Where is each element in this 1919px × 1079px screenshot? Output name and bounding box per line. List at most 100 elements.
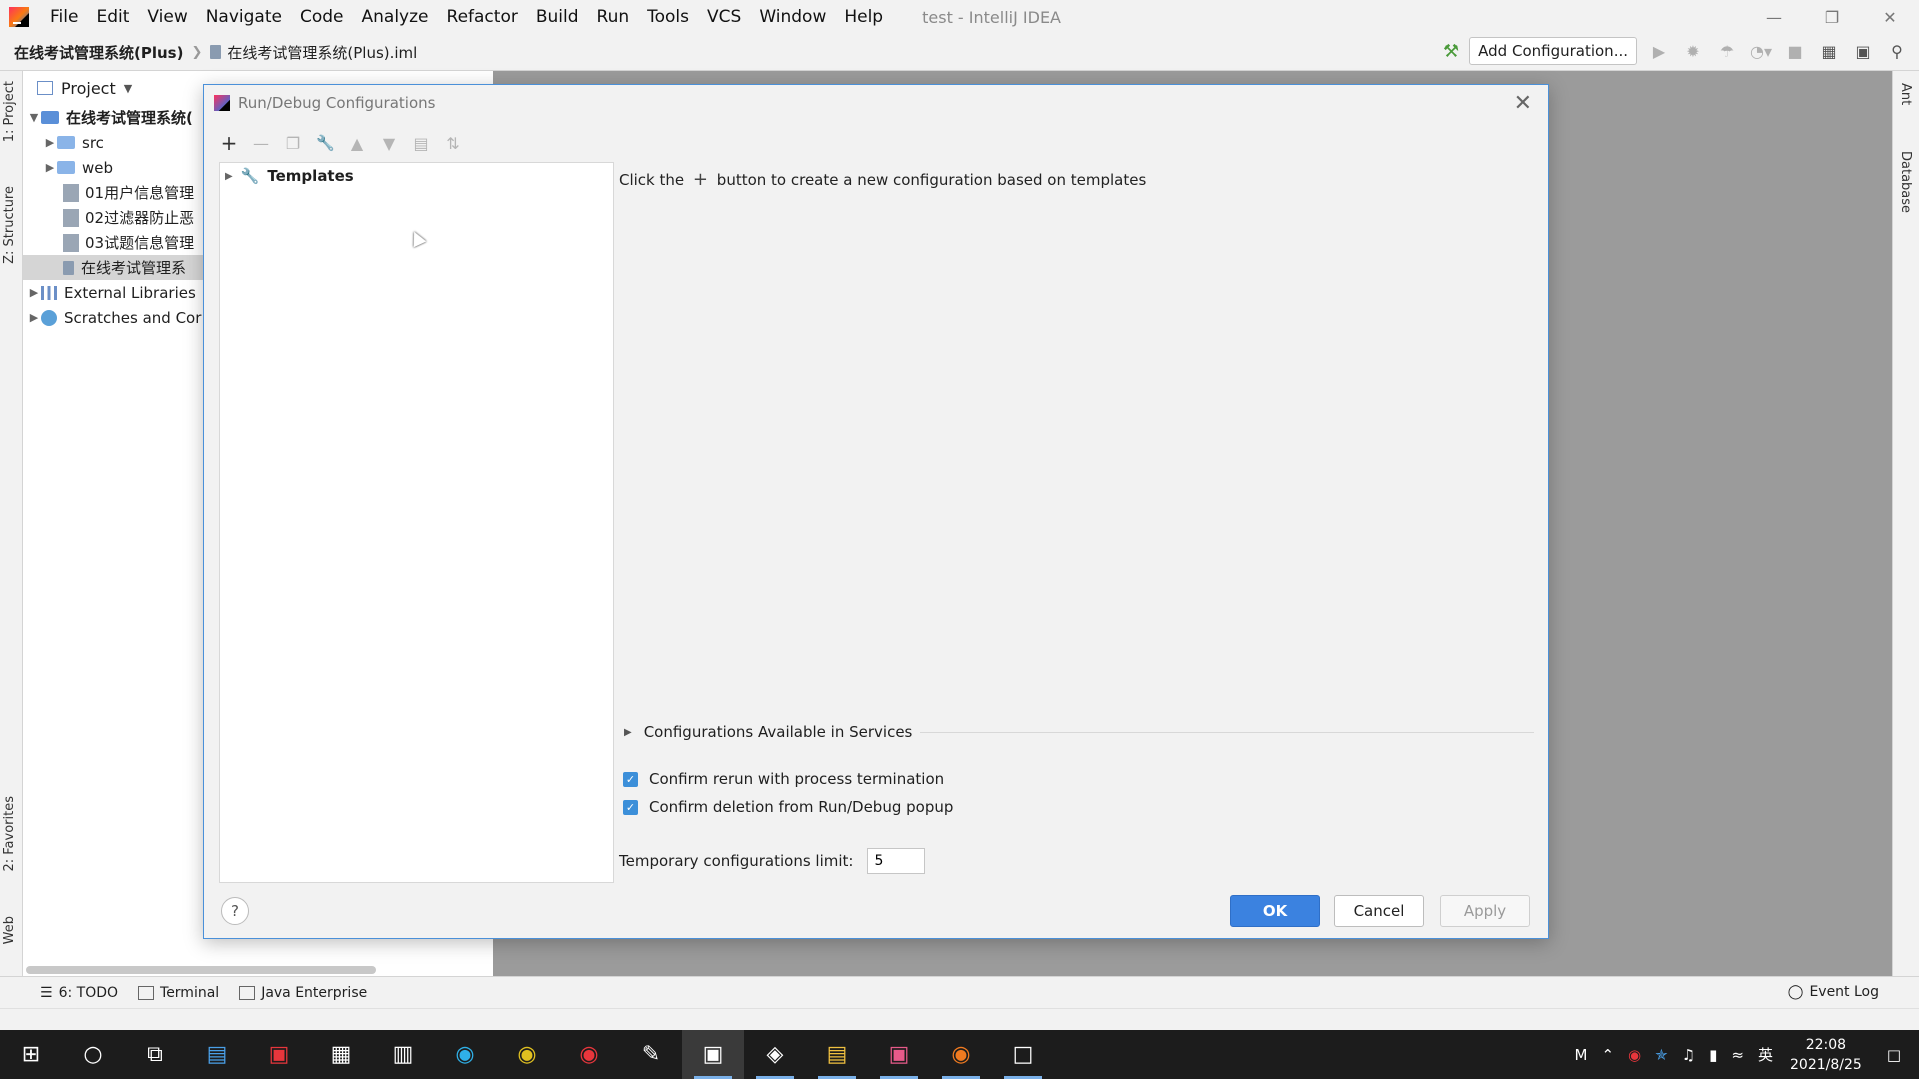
- intellij-taskbar-icon[interactable]: ▣: [868, 1030, 930, 1079]
- calculator-icon[interactable]: ▦: [310, 1030, 372, 1079]
- tab-web[interactable]: Web: [2, 916, 17, 944]
- collapsed-arrow-icon[interactable]: ▶: [27, 286, 41, 299]
- cortana-search-icon[interactable]: ○: [62, 1030, 124, 1079]
- help-button[interactable]: ?: [221, 897, 249, 925]
- menu-edit[interactable]: Edit: [87, 0, 138, 34]
- collapsed-arrow-icon[interactable]: ▶: [27, 311, 41, 324]
- menu-help[interactable]: Help: [835, 0, 892, 34]
- collapsed-arrow-icon[interactable]: ▶: [225, 171, 233, 182]
- project-panel-header[interactable]: Project ▼: [23, 71, 203, 105]
- chrome-browser-icon[interactable]: ◉: [496, 1030, 558, 1079]
- tool-todo[interactable]: ☰ 6: TODO: [40, 985, 118, 1001]
- windows-start-icon[interactable]: ⊞: [0, 1030, 62, 1079]
- move-down-icon[interactable]: ▼: [380, 134, 398, 153]
- coverage-icon[interactable]: ☂: [1715, 42, 1739, 61]
- menu-file[interactable]: File: [41, 0, 87, 34]
- tool-java-enterprise[interactable]: Java Enterprise: [239, 985, 367, 1001]
- firefox-browser-icon[interactable]: ◉: [930, 1030, 992, 1079]
- system-clock[interactable]: 22:08 2021/8/25: [1790, 1035, 1862, 1075]
- checkbox-checked-icon[interactable]: ✓: [623, 799, 638, 815]
- stop-icon[interactable]: ■: [1783, 42, 1807, 61]
- checkbox-checked-icon[interactable]: ✓: [623, 771, 638, 787]
- collapsed-arrow-icon[interactable]: ▶: [43, 136, 57, 149]
- tree-item-templates[interactable]: ▶ 🔧 Templates: [225, 167, 354, 185]
- tree-item-external-libraries[interactable]: ▶ External Libraries: [23, 280, 203, 305]
- tree-item-module[interactable]: ▼ 在线考试管理系统(: [23, 105, 203, 130]
- youdao-dictionary-icon[interactable]: ▣: [248, 1030, 310, 1079]
- image-viewer-icon[interactable]: ▥: [372, 1030, 434, 1079]
- ok-button[interactable]: OK: [1230, 895, 1320, 927]
- copy-configuration-icon[interactable]: ❐: [284, 134, 302, 153]
- tree-item-iml[interactable]: 在线考试管理系: [23, 255, 203, 280]
- menu-refactor[interactable]: Refactor: [438, 0, 527, 34]
- tab-favorites[interactable]: 2: Favorites: [2, 796, 17, 872]
- edit-defaults-wrench-icon[interactable]: 🔧: [316, 134, 335, 152]
- tab-database[interactable]: Database: [1898, 151, 1913, 213]
- menu-code[interactable]: Code: [291, 0, 353, 34]
- tree-item-src[interactable]: ▶ src: [23, 130, 203, 155]
- add-configuration-icon[interactable]: +: [220, 131, 238, 155]
- m-app-tray-icon[interactable]: M: [1575, 1046, 1588, 1064]
- snipping-app-icon[interactable]: ◈: [744, 1030, 806, 1079]
- breadcrumb-project[interactable]: 在线考试管理系统(Plus): [14, 42, 183, 63]
- services-section[interactable]: ▶ Configurations Available in Services: [624, 723, 1534, 741]
- cancel-button[interactable]: Cancel: [1334, 895, 1424, 927]
- tree-item-md-1[interactable]: 01用户信息管理: [23, 180, 203, 205]
- outlook-app-icon[interactable]: ▤: [186, 1030, 248, 1079]
- apply-button[interactable]: Apply: [1440, 895, 1530, 927]
- ime-indicator[interactable]: 英: [1758, 1044, 1773, 1065]
- horizontal-scrollbar[interactable]: [26, 966, 376, 974]
- sort-configurations-icon[interactable]: ⇅: [444, 134, 462, 153]
- presentation-mode-icon[interactable]: ▣: [1851, 42, 1875, 61]
- netease-music-icon[interactable]: ◉: [558, 1030, 620, 1079]
- debug-icon[interactable]: ✹: [1681, 42, 1705, 61]
- typora-app-icon[interactable]: □: [992, 1030, 1054, 1079]
- tool-event-log[interactable]: ◯ Event Log: [1788, 984, 1879, 1000]
- tree-item-web[interactable]: ▶ web: [23, 155, 203, 180]
- tree-item-scratches[interactable]: ▶ Scratches and Cor: [23, 305, 203, 330]
- restore-icon[interactable]: ❐: [1803, 0, 1861, 34]
- tool-terminal[interactable]: Terminal: [138, 985, 219, 1001]
- profile-icon[interactable]: ◔▾: [1749, 42, 1773, 61]
- edge-browser-icon[interactable]: ◉: [434, 1030, 496, 1079]
- menu-tools[interactable]: Tools: [638, 0, 698, 34]
- menu-window[interactable]: Window: [750, 0, 835, 34]
- netease-tray-icon[interactable]: ◉: [1628, 1046, 1641, 1064]
- notification-center-icon[interactable]: □: [1887, 1046, 1901, 1064]
- menu-run[interactable]: Run: [588, 0, 639, 34]
- tab-project[interactable]: 1: Project: [2, 81, 17, 142]
- menu-navigate[interactable]: Navigate: [197, 0, 291, 34]
- expanded-arrow-icon[interactable]: ▼: [27, 111, 41, 124]
- tab-ant[interactable]: Ant: [1898, 83, 1913, 105]
- temporary-limit-input[interactable]: [867, 848, 926, 874]
- tab-structure[interactable]: Z: Structure: [2, 186, 17, 264]
- volume-icon[interactable]: ♫: [1682, 1046, 1695, 1064]
- collapsed-arrow-icon[interactable]: ▶: [43, 161, 57, 174]
- breadcrumb-file[interactable]: 在线考试管理系统(Plus).iml: [210, 42, 417, 63]
- add-configuration-button[interactable]: Add Configuration...: [1469, 37, 1637, 65]
- tree-item-md-2[interactable]: 02过滤器防止恶: [23, 205, 203, 230]
- search-icon[interactable]: ⚲: [1885, 42, 1909, 61]
- menu-vcs[interactable]: VCS: [698, 0, 750, 34]
- remove-configuration-icon[interactable]: —: [252, 134, 270, 153]
- collapsed-arrow-icon[interactable]: ▶: [624, 727, 632, 738]
- move-up-icon[interactable]: ▲: [348, 134, 366, 153]
- minimize-icon[interactable]: —: [1745, 0, 1803, 34]
- show-hidden-icons-icon[interactable]: ⌃: [1601, 1046, 1614, 1064]
- confirm-deletion-checkbox[interactable]: ✓ Confirm deletion from Run/Debug popup: [623, 798, 953, 816]
- battery-icon[interactable]: ▮: [1709, 1046, 1717, 1064]
- menu-analyze[interactable]: Analyze: [353, 0, 438, 34]
- move-into-folder-icon[interactable]: ▤: [412, 134, 430, 153]
- menu-build[interactable]: Build: [527, 0, 588, 34]
- wifi-icon[interactable]: ≈: [1731, 1046, 1744, 1064]
- file-explorer-icon[interactable]: ▤: [806, 1030, 868, 1079]
- confirm-rerun-checkbox[interactable]: ✓ Confirm rerun with process termination: [623, 770, 944, 788]
- tree-item-md-3[interactable]: 03试题信息管理: [23, 230, 203, 255]
- paint-app-icon[interactable]: ✎: [620, 1030, 682, 1079]
- bluetooth-icon[interactable]: ✯: [1655, 1046, 1668, 1064]
- close-icon[interactable]: ✕: [1514, 91, 1532, 116]
- task-view-icon[interactable]: ⧉: [124, 1030, 186, 1079]
- screen-capture-app-icon[interactable]: ▣: [682, 1030, 744, 1079]
- close-window-icon[interactable]: ✕: [1861, 0, 1919, 34]
- chevron-down-icon[interactable]: ▼: [124, 82, 132, 95]
